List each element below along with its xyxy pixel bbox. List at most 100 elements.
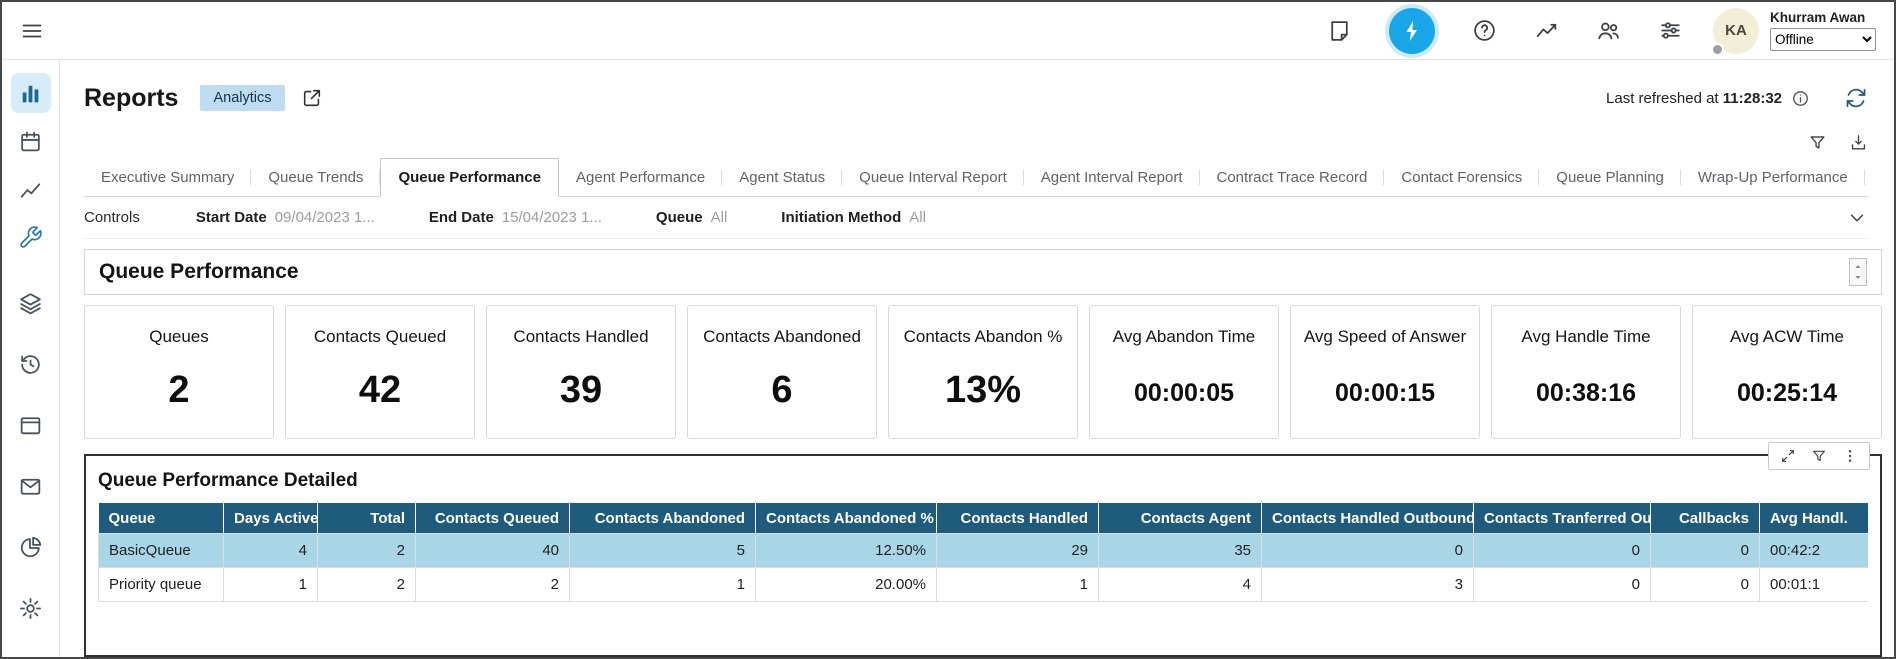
gear-icon	[18, 596, 43, 621]
tab-queue-trends[interactable]: Queue Trends	[251, 159, 380, 196]
controls-bar: Controls Start Date09/04/2023 1... End Da…	[84, 197, 1868, 239]
table-cell: 0	[1474, 568, 1651, 602]
sliders-icon[interactable]	[1658, 18, 1683, 43]
help-icon[interactable]	[1472, 18, 1497, 43]
table-cell: 29	[937, 534, 1099, 568]
kebab-menu-icon[interactable]	[1842, 448, 1858, 464]
tab-wrap-up-performance[interactable]: Wrap-Up Performance	[1681, 159, 1865, 196]
controls-label: Controls	[84, 209, 140, 226]
column-header-contacts-abandoned[interactable]: Contacts Abandoned	[570, 504, 756, 534]
column-header-contacts-handled-outbound[interactable]: Contacts Handled Outbound	[1262, 504, 1474, 534]
kpi-card-avg-acw-time: Avg ACW Time00:25:14	[1692, 305, 1882, 439]
table-cell: 1	[570, 568, 756, 602]
filter-value: All	[909, 209, 926, 226]
tab-queue-planning[interactable]: Queue Planning	[1539, 159, 1681, 196]
external-link-icon[interactable]	[301, 87, 323, 109]
controls-filters: Start Date09/04/2023 1... End Date15/04/2…	[196, 209, 980, 226]
tab-agent-status[interactable]: Agent Status	[722, 159, 842, 196]
table-cell: 1	[224, 568, 318, 602]
kpi-label: Avg Speed of Answer	[1295, 327, 1475, 347]
column-header-queue[interactable]: Queue	[99, 504, 224, 534]
chevron-down-icon[interactable]	[1846, 207, 1868, 229]
column-header-total[interactable]: Total	[318, 504, 416, 534]
page-header: Reports Analytics Last refreshed at 11:2…	[60, 60, 1894, 120]
info-icon[interactable]	[1791, 89, 1810, 108]
table-cell: 00:01:1	[1760, 568, 1869, 602]
column-header-contacts-queued[interactable]: Contacts Queued	[416, 504, 570, 534]
export-icon[interactable]	[1849, 133, 1868, 152]
panel-filter-icon[interactable]	[1811, 448, 1827, 464]
table-cell: 0	[1651, 568, 1760, 602]
menu-icon[interactable]	[20, 19, 44, 43]
section-header: Queue Performance	[84, 249, 1882, 295]
table-row-basicqueue[interactable]: BasicQueue4240512.50%293500000:42:2	[99, 534, 1869, 568]
tab-contract-trace-record[interactable]: Contract Trace Record	[1200, 159, 1385, 196]
pie-chart-icon	[18, 535, 43, 560]
sidebar-item-window[interactable]	[11, 405, 51, 445]
kpi-card-contacts-queued: Contacts Queued42	[285, 305, 475, 439]
kpi-value: 13%	[893, 369, 1073, 412]
table-row-priority-queue[interactable]: Priority queue122120.00%1430000:01:1	[99, 568, 1869, 602]
status-select[interactable]: Offline	[1770, 28, 1876, 51]
sidebar-item-history[interactable]	[11, 344, 51, 384]
table-cell: 0	[1262, 534, 1474, 568]
panel-toolbar	[1768, 442, 1870, 470]
tab-contact-forensics[interactable]: Contact Forensics	[1384, 159, 1539, 196]
refresh-icon[interactable]	[1844, 86, 1868, 110]
filter-queue[interactable]: QueueAll	[656, 209, 727, 226]
kpi-label: Contacts Abandon %	[893, 327, 1073, 347]
filter-icon[interactable]	[1808, 133, 1827, 152]
tab-queue-interval-report[interactable]: Queue Interval Report	[842, 159, 1024, 196]
app-body: Reports Analytics Last refreshed at 11:2…	[2, 60, 1894, 657]
app-window: KA Khurram Awan Offline Reports Analytic…	[0, 0, 1896, 659]
sidebar-item-calendar[interactable]	[11, 121, 51, 161]
sidebar-item-tools[interactable]	[11, 217, 51, 257]
table-cell: 2	[416, 568, 570, 602]
column-header-days-active[interactable]: Days Active	[224, 504, 318, 534]
column-header-contacts-handled[interactable]: Contacts Handled	[937, 504, 1099, 534]
flash-icon[interactable]	[1389, 8, 1435, 54]
column-header-contacts-abandoned[interactable]: Contacts Abandoned %	[756, 504, 937, 534]
tab-executive-summary[interactable]: Executive Summary	[84, 159, 251, 196]
detail-table-wrap: QueueDays ActiveTotalContacts QueuedCont…	[98, 503, 1868, 602]
filter-value: All	[711, 209, 728, 226]
filter-end-date[interactable]: End Date15/04/2023 1...	[429, 209, 602, 226]
sidebar-item-line-chart[interactable]	[11, 169, 51, 209]
table-cell: 35	[1099, 534, 1262, 568]
table-cell: 1	[937, 568, 1099, 602]
metrics-icon[interactable]	[1534, 18, 1559, 43]
user-menu[interactable]: KA Khurram Awan Offline	[1713, 8, 1876, 54]
notes-icon[interactable]	[1327, 18, 1352, 43]
sidebar-item-mail[interactable]	[11, 466, 51, 506]
user-meta: Khurram Awan Offline	[1770, 10, 1876, 51]
column-header-avg-handl[interactable]: Avg Handl.	[1760, 504, 1869, 534]
detail-table: QueueDays ActiveTotalContacts QueuedCont…	[98, 503, 1868, 602]
filter-initiation-method[interactable]: Initiation MethodAll	[781, 209, 926, 226]
kpi-value: 00:38:16	[1496, 379, 1676, 408]
sidebar-item-layers[interactable]	[11, 283, 51, 323]
avatar-initials: KA	[1725, 22, 1747, 39]
tab-queue-performance[interactable]: Queue Performance	[380, 158, 559, 197]
sidebar-item-bar-chart[interactable]	[11, 73, 51, 113]
column-header-contacts-agent[interactable]: Contacts Agent	[1099, 504, 1262, 534]
tab-agent-performance[interactable]: Agent Performance	[559, 159, 722, 196]
status-dot	[1711, 43, 1724, 56]
table-cell: 2	[318, 534, 416, 568]
table-cell: 3	[1262, 568, 1474, 602]
sidebar-item-pie-chart[interactable]	[11, 527, 51, 567]
filter-start-date[interactable]: Start Date09/04/2023 1...	[196, 209, 375, 226]
column-header-contacts-tranferred-out[interactable]: Contacts Tranferred Out	[1474, 504, 1651, 534]
kpi-card-avg-speed-of-answer: Avg Speed of Answer00:00:15	[1290, 305, 1480, 439]
kpi-card-avg-handle-time: Avg Handle Time00:38:16	[1491, 305, 1681, 439]
mail-icon	[18, 474, 43, 499]
tab-agent-interval-report[interactable]: Agent Interval Report	[1024, 159, 1200, 196]
sidebar-item-gear[interactable]	[11, 588, 51, 628]
history-icon	[18, 352, 43, 377]
kpi-label: Avg ACW Time	[1697, 327, 1877, 347]
expand-icon[interactable]	[1780, 448, 1796, 464]
page-title: Reports	[84, 84, 178, 113]
users-icon[interactable]	[1596, 18, 1621, 43]
last-refreshed: Last refreshed at 11:28:32	[1606, 90, 1782, 107]
scroll-spinner-icon[interactable]	[1849, 258, 1867, 286]
column-header-callbacks[interactable]: Callbacks	[1651, 504, 1760, 534]
